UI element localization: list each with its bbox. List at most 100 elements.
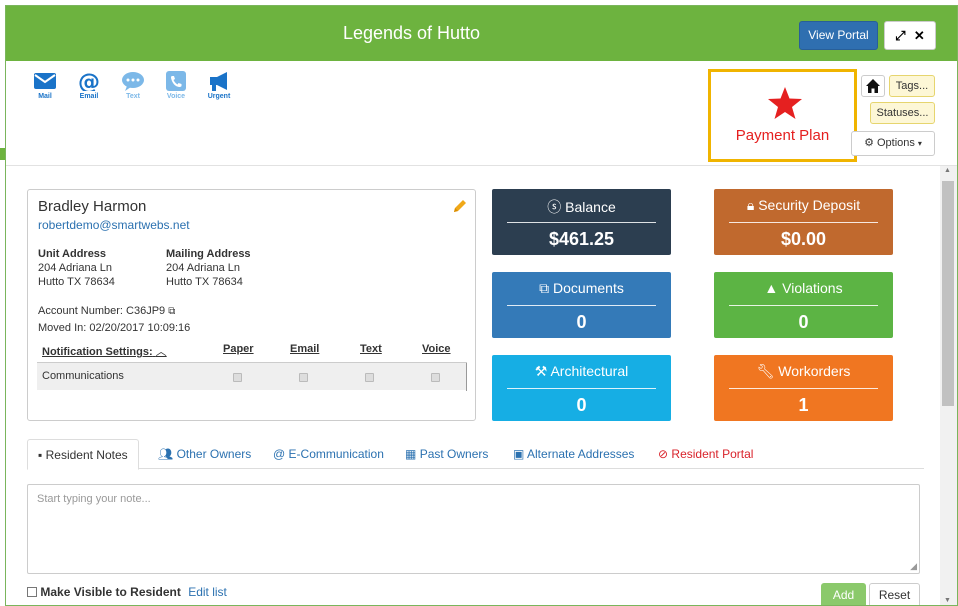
svg-text:@: @ [78,71,100,91]
voice-checkbox[interactable] [431,373,440,382]
tab-e-communication[interactable]: @ E-Communication [273,439,384,470]
architectural-tile[interactable]: ⚒ Architectural 0 [492,355,671,421]
violations-tile[interactable]: ▲ Violations 0 [714,272,893,338]
gears-icon: ⚙ [864,137,874,149]
note-icon: ▪ [38,448,43,462]
window-controls: ⤢ ✕ [884,21,936,50]
pencil-icon[interactable] [452,198,468,214]
visible-label: Make Visible to Resident [40,585,181,599]
scroll-up-icon[interactable]: ▲ [944,167,951,174]
options-label: Options [876,137,915,149]
text-label: Text [126,93,140,100]
lock-icon: 🔒︎ [746,197,755,213]
documents-value: 0 [576,312,587,332]
tab-alternate-addresses[interactable]: ▣ Alternate Addresses [513,439,634,470]
add-button[interactable]: Add [821,583,866,605]
warning-icon: ▲ [764,280,779,296]
statuses-button[interactable]: Statuses... [870,102,935,124]
email-checkbox[interactable] [299,373,308,382]
security-deposit-tile[interactable]: 🔒︎ Security Deposit $0.00 [714,189,893,255]
scroll-down-icon[interactable]: ▼ [944,597,951,604]
table-row: Communications [37,362,467,391]
tab-other-owners[interactable]: 👥︎ Other Owners [158,439,251,470]
scrollbar[interactable]: ▲ ▼ [940,166,957,605]
resize-handle[interactable]: ◢ [910,561,917,572]
caret-down-icon: ▾ [917,139,922,148]
row-label: Communications [42,370,124,382]
payment-plan-badge[interactable]: Payment Plan [708,69,857,162]
balance-value: $461.25 [548,229,615,249]
urgent-label: Urgent [207,93,231,100]
workorders-title: 🔧︎ Workorders [756,363,851,379]
documents-tile[interactable]: ⧉ Documents 0 [492,272,671,338]
close-icon[interactable]: ✕ [914,28,925,44]
users-icon: 👥︎ [158,447,174,461]
scrollbar-thumb[interactable] [942,181,954,406]
mail-button[interactable]: Mail [26,71,64,100]
resident-info-panel: Bradley Harmon robertdemo@smartwebs.net … [27,189,476,421]
unit-address: Unit Address 204 Adriana Ln Hutto TX 786… [38,247,115,289]
divider [729,305,878,306]
mailing-address: Mailing Address 204 Adriana Ln Hutto TX … [166,247,251,289]
mailing-address-line2: Hutto TX 78634 [166,276,243,288]
email-label: Email [79,93,99,100]
copy-icon[interactable]: ⧉ [168,306,175,317]
balance-title: ⓢ Balance [547,199,616,215]
payment-plan-label: Payment Plan [735,127,830,144]
divider [507,222,656,223]
paper-checkbox[interactable] [233,373,242,382]
tab-past-owners[interactable]: ▦ Past Owners [405,439,488,470]
urgent-button[interactable]: Urgent [200,71,238,100]
at-icon: @ [78,71,100,91]
visible-checkbox[interactable] [27,587,37,597]
unit-address-line2: Hutto TX 78634 [38,276,115,288]
resident-name: Bradley Harmon [38,198,147,215]
expand-icon[interactable]: ⤢ [895,28,905,44]
resident-email[interactable]: robertdemo@smartwebs.net [38,218,190,232]
ban-icon: ⊘ [658,447,669,461]
divider [507,388,656,389]
moved-in: Moved In: 02/20/2017 10:09:16 [38,322,191,334]
note-placeholder: Start typing your note... [37,493,151,505]
workorders-tile[interactable]: 🔧︎ Workorders 1 [714,355,893,421]
voice-label: Voice [166,93,186,100]
text-checkbox[interactable] [365,373,374,382]
unit-address-label: Unit Address [38,248,107,260]
violations-value: 0 [798,312,809,332]
row-divider [466,363,467,391]
note-textarea[interactable]: Start typing your note... ◢ [27,484,920,574]
divider [729,222,878,223]
notification-settings: Notification Settings: ︿ Paper Email Tex… [37,340,467,391]
megaphone-icon [210,72,227,91]
voice-button[interactable]: Voice [157,71,195,100]
window-title: Legends of Hutto [342,23,481,43]
mailing-address-line1: 204 Adriana Ln [166,262,241,274]
account-number: Account Number: C36JP9 [38,305,166,317]
copy-icon: ⧉ [539,280,550,296]
mailing-address-label: Mailing Address [166,248,251,260]
reset-button[interactable]: Reset [869,583,920,605]
mail-label: Mail [38,93,52,100]
balance-tile[interactable]: ⓢ Balance $461.25 [492,189,671,255]
star-icon [768,87,802,119]
envelope-icon [34,73,56,89]
phone-icon [166,71,186,91]
documents-title: ⧉ Documents [539,280,624,296]
hammer-icon: ⚒ [534,363,548,379]
tab-resident-notes[interactable]: ▪ Resident Notes [27,439,139,470]
tags-button[interactable]: Tags... [889,75,935,97]
column-text: Text [360,343,382,355]
violations-title: ▲ Violations [764,280,843,296]
tab-resident-portal[interactable]: ⊘ Resident Portal [658,439,753,470]
address-card-icon: ▣ [513,447,525,461]
options-button[interactable]: ⚙ Options ▾ [851,131,935,156]
email-button[interactable]: @ Email [70,71,108,100]
home-button[interactable] [861,75,885,97]
column-email: Email [290,343,320,355]
notification-settings-header[interactable]: Notification Settings: ︿ [42,343,167,359]
view-portal-button[interactable]: View Portal [799,21,878,50]
wrench-icon: 🔧︎ [756,363,775,379]
at-icon: @ [273,447,286,461]
edit-list-link[interactable]: Edit list [188,585,227,599]
text-button[interactable]: Text [114,71,152,100]
